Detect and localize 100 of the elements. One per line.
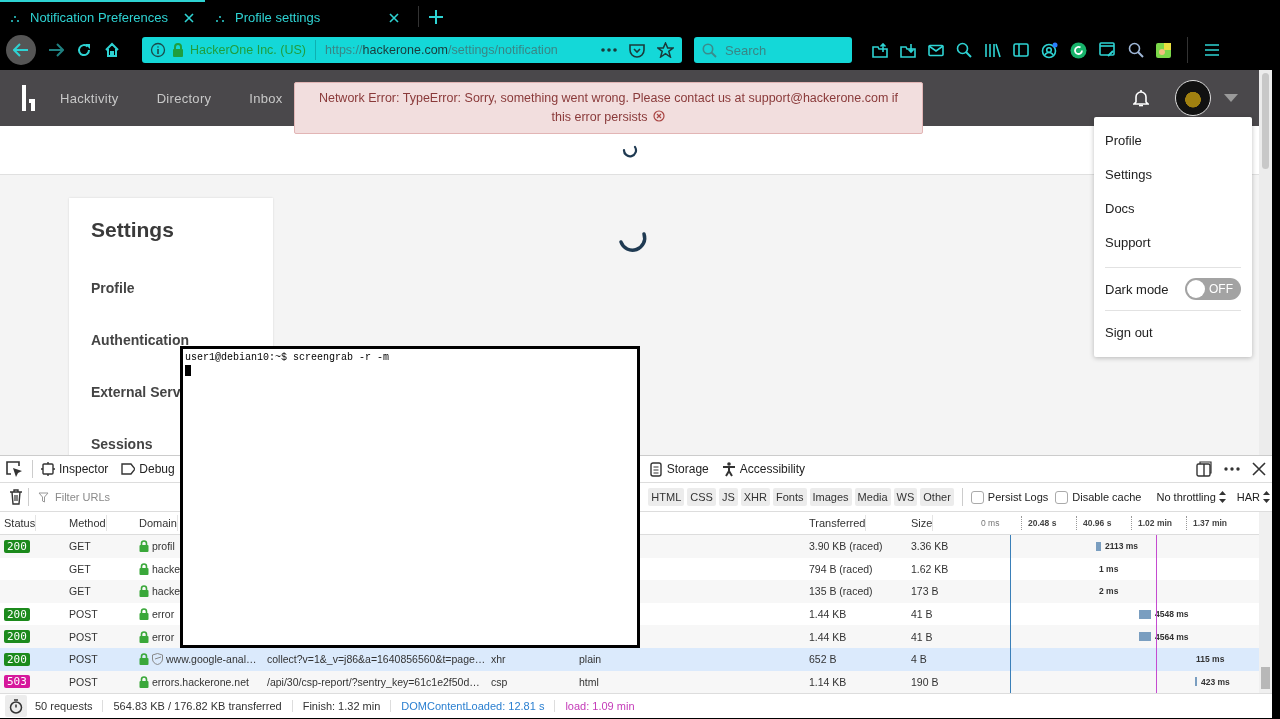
mail-icon[interactable] [928, 43, 944, 57]
checkbox[interactable] [970, 490, 984, 504]
reload-button[interactable] [5, 695, 27, 718]
library-icon[interactable] [984, 42, 1001, 58]
table-cell-text: 190 B [910, 675, 940, 688]
url-text: https://hackerone.com/settings/notification [325, 43, 559, 57]
filter-button[interactable]: WS [893, 488, 918, 506]
checkbox-label: Persist Logs [987, 491, 1049, 503]
folder-download-icon[interactable] [900, 42, 916, 58]
table-cell-text: 1.14 KB [808, 675, 848, 688]
caret-icon[interactable] [1224, 94, 1238, 102]
checkbox[interactable] [1055, 490, 1069, 504]
address-bar[interactable]: HackerOne Inc. (US) https://hackerone.com/settings/notification [142, 37, 682, 63]
table-cell-text: xhr [490, 653, 507, 666]
browser-tab[interactable]: Profile settings [205, 0, 410, 33]
devtools-tab[interactable]: Inspector [38, 456, 109, 482]
table-cell-text: 1.62 KB [910, 562, 950, 575]
column-header[interactable]: Transferred [805, 515, 867, 531]
search-icon[interactable] [1128, 42, 1144, 58]
column-header[interactable]: Domain [135, 515, 178, 531]
element-picker-icon[interactable] [5, 460, 23, 478]
more-icon[interactable] [1224, 467, 1240, 471]
debugger-icon [121, 461, 136, 477]
filter-button[interactable]: Other [920, 488, 954, 506]
filter-button[interactable]: Fonts [773, 488, 807, 506]
status-badge: 200 [4, 539, 30, 553]
table-cell-text: collect?v=1&_v=j86&a=1640856560&t=page… [266, 653, 487, 666]
filter-button[interactable]: CSS [687, 488, 716, 506]
settings-link[interactable]: Sessions [91, 434, 153, 454]
table-cell-text: 135 B (raced) [808, 585, 874, 598]
search-field[interactable]: Search [723, 41, 837, 59]
search-icon[interactable] [956, 42, 972, 58]
trash-icon[interactable] [9, 489, 23, 505]
menu-item[interactable]: Sign out [1105, 317, 1241, 351]
scrollbar[interactable] [1259, 512, 1272, 694]
filter-button[interactable]: Media [854, 488, 891, 506]
menu-icon[interactable] [1204, 43, 1220, 57]
avatar[interactable] [1175, 80, 1211, 116]
devtools-tab[interactable]: Storage [645, 456, 709, 482]
nav-link[interactable]: Inbox [249, 90, 283, 106]
extension-icon[interactable] [1156, 42, 1171, 58]
table-cell: profil [152, 540, 175, 553]
filter-button[interactable]: HTML [648, 488, 685, 506]
more-icon[interactable] [601, 48, 617, 52]
table-cell: error [152, 630, 175, 643]
settings-link[interactable]: Profile [91, 278, 135, 298]
table-cell-text: POST [68, 675, 99, 688]
request-row[interactable]: 200 POST www.google-anal… collect?v=1&_v=j86&a=1640856560&t=page… xhr plain 652 B 4 B 115 ms [0, 647, 1259, 671]
nav-link[interactable]: Hacktivity [60, 90, 119, 106]
filter-button[interactable]: XHR [740, 488, 770, 506]
column-header[interactable]: Method [65, 515, 107, 531]
close-circle-icon[interactable] [653, 110, 666, 122]
column-header[interactable]: Size [907, 515, 934, 531]
table-cell-text: /api/30/csp-report/?sentry_key=61c1e2f50d… [266, 675, 481, 688]
new-tab-icon[interactable] [429, 9, 443, 24]
logo-icon[interactable] [22, 85, 38, 111]
timeline-tick: 0 ms [981, 517, 1001, 530]
reload-icon[interactable] [76, 42, 92, 58]
status-badge: 200 [4, 630, 30, 644]
menu-item[interactable]: Support [1105, 227, 1241, 261]
nav-link[interactable]: Directory [156, 90, 212, 106]
browser-tab[interactable]: Notification Preferences [0, 0, 205, 33]
pocket-icon[interactable] [629, 42, 645, 58]
table-cell-text: 173 B [910, 585, 940, 598]
arrow-left-icon [13, 43, 29, 57]
menu-item[interactable]: Settings [1105, 159, 1241, 193]
account-icon[interactable] [1041, 41, 1058, 59]
back-button[interactable] [6, 35, 36, 65]
star-icon[interactable] [657, 42, 674, 58]
close-icon[interactable] [183, 11, 195, 24]
throttling-select[interactable]: No throttling [1156, 491, 1226, 503]
info-icon [150, 42, 166, 58]
request-row[interactable]: 503 POST errors.hackerone.net /api/30/csp-report/?sentry_key=61c1e2f50d… csp html 1.14 KB 190 B 423 ms [0, 670, 1259, 694]
settings-link[interactable]: External Serv [91, 382, 181, 402]
error-message: Network Error: TypeError: Sorry, something went wrong. Please contact us at support@hackerone.com if this error persists [318, 91, 899, 124]
screenshot-edit-icon[interactable] [1099, 42, 1116, 58]
status-badge: 200 [4, 607, 30, 621]
bell-icon[interactable] [1133, 89, 1149, 107]
filter-button[interactable]: Images [809, 488, 852, 506]
devtools-tab[interactable]: Accessibility [718, 456, 806, 482]
close-icon[interactable] [388, 11, 400, 24]
dock-icon[interactable] [1196, 461, 1212, 477]
arrow-right-icon[interactable] [48, 43, 64, 57]
sidebar-icon[interactable] [1013, 43, 1029, 57]
close-icon[interactable] [1252, 462, 1266, 476]
folder-upload-icon[interactable] [872, 42, 888, 58]
filter-field[interactable]: Filter URLs [53, 490, 157, 504]
har-menu[interactable]: HAR [1236, 491, 1270, 503]
table-cell-text: plain [578, 653, 603, 666]
extension-icon[interactable] [1070, 41, 1087, 59]
menu-item[interactable]: Profile [1105, 125, 1241, 159]
devtools-tab[interactable]: Debug [118, 456, 175, 482]
lock-icon [172, 43, 184, 57]
menu-item[interactable]: Docs [1105, 193, 1241, 227]
scrollbar[interactable] [1259, 70, 1272, 455]
settings-link[interactable]: Authentication [91, 330, 189, 350]
home-icon[interactable] [104, 42, 120, 58]
search-bar[interactable]: Search [694, 37, 852, 63]
column-header[interactable]: Status [0, 515, 37, 531]
filter-button[interactable]: JS [718, 488, 738, 506]
